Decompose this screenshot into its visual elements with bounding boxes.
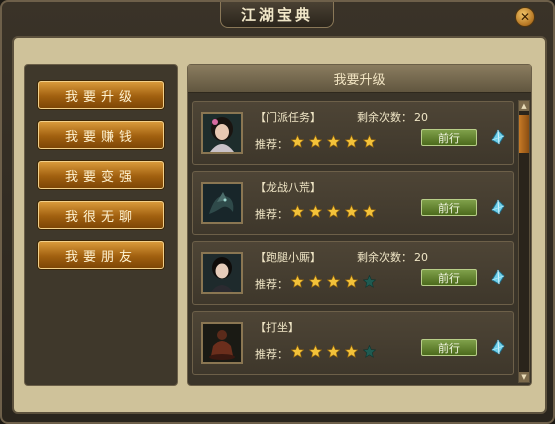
star-icon-filled [291,135,304,148]
dragon-portrait-icon [201,182,243,224]
star-icon-filled [327,345,340,358]
go-button[interactable]: 前行 [421,269,477,286]
task-list-panel: 我要升级 【门派任务】 剩余次数： 20 推荐： 前行 【龙战八荒】 推荐： 前… [187,64,532,386]
teleport-icon[interactable] [489,128,507,146]
recommend-rating [291,343,381,359]
teleport-icon[interactable] [489,198,507,216]
go-button[interactable]: 前行 [421,129,477,146]
close-icon: ✕ [519,10,531,24]
star-icon-filled [327,135,340,148]
task-name: 【打坐】 [255,321,299,334]
remaining-count: 剩余次数： 20 [357,251,428,264]
star-icon-filled [327,205,340,218]
scroll-up-arrow[interactable]: ▲ [519,101,529,111]
star-icon-filled [309,135,322,148]
menu-button-bored[interactable]: 我很无聊 [38,201,164,229]
recommend-rating [291,273,381,289]
recommend-label: 推荐： [255,208,288,221]
recommend-label: 推荐： [255,278,288,291]
star-icon-empty [363,345,376,358]
recommend-label: 推荐： [255,348,288,361]
meditation-portrait-icon [201,322,243,364]
task-card: 【跑腿小厮】 剩余次数： 20 推荐： 前行 [192,241,514,305]
recommend-rating [291,133,381,149]
task-name: 【跑腿小厮】 [255,251,321,264]
star-icon-filled [363,135,376,148]
star-icon-filled [291,205,304,218]
recommend-rating [291,203,381,219]
recommend-label: 推荐： [255,138,288,151]
star-icon-filled [309,205,322,218]
star-icon-filled [291,345,304,358]
task-card: 【门派任务】 剩余次数： 20 推荐： 前行 [192,101,514,165]
go-button[interactable]: 前行 [421,339,477,356]
scroll-down-arrow[interactable]: ▼ [519,372,529,382]
task-card: 【龙战八荒】 推荐： 前行 [192,171,514,235]
female-portrait-icon [201,112,243,154]
go-button[interactable]: 前行 [421,199,477,216]
star-icon-filled [345,205,358,218]
teleport-icon[interactable] [489,338,507,356]
remaining-count [355,319,359,332]
category-menu: 我要升级 我要赚钱 我要变强 我很无聊 我要朋友 [24,64,178,386]
menu-button-get-stronger[interactable]: 我要变强 [38,161,164,189]
star-icon-empty [363,275,376,288]
star-icon-filled [327,275,340,288]
remaining-count [355,179,359,192]
teleport-icon[interactable] [489,268,507,286]
menu-button-earn-money[interactable]: 我要赚钱 [38,121,164,149]
window-title: 江湖宝典 [220,2,334,28]
star-icon-filled [345,345,358,358]
remaining-count: 剩余次数： 20 [357,111,428,124]
scroll-thumb[interactable] [519,115,529,153]
menu-button-level-up[interactable]: 我要升级 [38,81,164,109]
scrollbar[interactable]: ▲ ▼ [518,100,530,383]
jianghu-guide-window: 江湖宝典 ✕ 我要升级 我要赚钱 我要变强 我很无聊 我要朋友 我要升级 【门派… [0,0,555,424]
menu-button-friends[interactable]: 我要朋友 [38,241,164,269]
female-portrait-icon [201,252,243,294]
star-icon-filled [345,275,358,288]
star-icon-filled [363,205,376,218]
panel-title: 我要升级 [188,65,531,93]
star-icon-filled [345,135,358,148]
task-name: 【门派任务】 [255,111,321,124]
star-icon-filled [309,345,322,358]
star-icon-filled [291,275,304,288]
close-button[interactable]: ✕ [515,7,535,27]
task-name: 【龙战八荒】 [255,181,321,194]
star-icon-filled [309,275,322,288]
task-card: 【打坐】 推荐： 前行 [192,311,514,375]
